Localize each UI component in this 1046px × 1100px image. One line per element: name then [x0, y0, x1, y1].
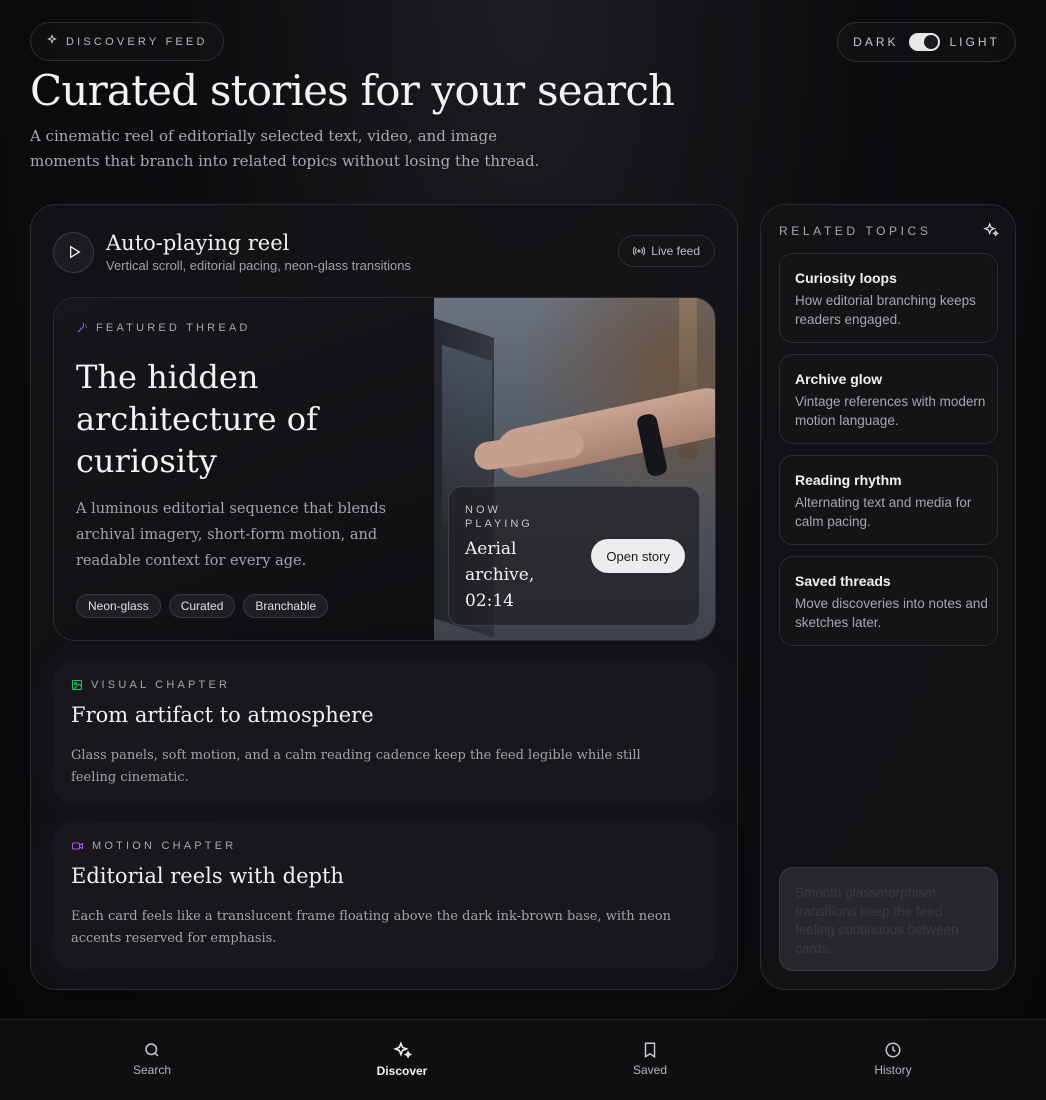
- sparkles-icon: [983, 222, 1000, 243]
- now-playing-label: NOW PLAYING: [465, 504, 533, 530]
- featured-description: A luminous editorial sequence that blend…: [76, 501, 387, 569]
- transition-note: Smooth glassmorphism transitions keep th…: [795, 885, 959, 956]
- topic-description: Move discoveries into notes and sketches…: [795, 596, 988, 630]
- chapter-description: Each card feels like a translucent frame…: [71, 909, 671, 946]
- magic-wand-icon: [77, 322, 88, 333]
- tag-chip[interactable]: Branchable: [243, 594, 329, 618]
- topic-title: Curiosity loops: [795, 270, 897, 286]
- chapter-title: Editorial reels with depth: [71, 864, 344, 888]
- topic-description: Alternating text and media for calm paci…: [795, 495, 972, 529]
- topic-title: Archive glow: [795, 371, 883, 387]
- live-feed-badge[interactable]: Live feed: [618, 235, 715, 267]
- discovery-feed-tag: DISCOVERY FEED: [30, 22, 224, 61]
- sparkles-icon: [46, 33, 58, 51]
- nav-saved[interactable]: Saved: [605, 1041, 695, 1077]
- transition-note-card: Smooth glassmorphism transitions keep th…: [779, 867, 998, 971]
- topic-card[interactable]: Archive glow Vintage references with mod…: [779, 354, 998, 444]
- chapter-description: Glass panels, soft motion, and a calm re…: [71, 748, 641, 785]
- bottom-nav: Search Discover Saved History: [0, 1019, 1046, 1100]
- related-topics-panel: RELATED TOPICS Curiosity loops How edito…: [760, 204, 1016, 990]
- chapter-eyebrow: MOTION CHAPTER: [71, 840, 236, 852]
- tag-chip[interactable]: Neon-glass: [76, 594, 161, 618]
- motion-chapter-card[interactable]: MOTION CHAPTER Editorial reels with dept…: [53, 822, 716, 969]
- topic-description: Vintage references with modern motion la…: [795, 394, 986, 428]
- nav-history[interactable]: History: [848, 1041, 938, 1077]
- featured-card[interactable]: FEATURED THREAD The hidden architecture …: [53, 297, 716, 641]
- chapter-eyebrow: VISUAL CHAPTER: [71, 679, 230, 691]
- sparkles-icon: [392, 1041, 412, 1059]
- bookmark-icon: [644, 1042, 656, 1059]
- open-story-button[interactable]: Open story: [591, 539, 685, 573]
- featured-title: The hidden architecture of curiosity: [76, 358, 318, 480]
- theme-switch[interactable]: [908, 33, 940, 51]
- topic-card[interactable]: Reading rhythm Alternating text and medi…: [779, 455, 998, 545]
- now-playing-title: Aerial archive, 02:14: [465, 539, 535, 611]
- now-playing-card: NOW PLAYING Aerial archive, 02:14 Open s…: [448, 486, 700, 626]
- theme-light-label: LIGHT: [949, 35, 1000, 49]
- page-title: Curated stories for your search: [30, 66, 675, 115]
- topic-title: Reading rhythm: [795, 472, 902, 488]
- featured-tags: Neon-glass Curated Branchable: [76, 594, 329, 618]
- reel-subtitle: Vertical scroll, editorial pacing, neon-…: [106, 258, 411, 273]
- nav-search[interactable]: Search: [107, 1041, 197, 1077]
- play-button[interactable]: [53, 231, 94, 273]
- topic-card[interactable]: Curiosity loops How editorial branching …: [779, 253, 998, 343]
- tag-chip[interactable]: Curated: [168, 594, 236, 618]
- nav-discover[interactable]: Discover: [357, 1041, 447, 1078]
- topic-card[interactable]: Saved threads Move discoveries into note…: [779, 556, 998, 646]
- topic-description: How editorial branching keeps readers en…: [795, 293, 976, 327]
- video-icon: [71, 842, 84, 850]
- clock-icon: [885, 1042, 901, 1058]
- theme-toggle[interactable]: DARK LIGHT: [837, 22, 1016, 62]
- page-subtitle: A cinematic reel of editorially selected…: [30, 127, 540, 170]
- visual-chapter-card[interactable]: VISUAL CHAPTER From artifact to atmosphe…: [53, 661, 716, 804]
- topic-title: Saved threads: [795, 573, 891, 589]
- search-icon: [145, 1043, 159, 1057]
- theme-dark-label: DARK: [853, 35, 899, 49]
- featured-eyebrow: FEATURED THREAD: [76, 322, 251, 334]
- discovery-feed-label: DISCOVERY FEED: [66, 35, 208, 48]
- live-feed-label: Live feed: [651, 244, 700, 258]
- related-topics-heading: RELATED TOPICS: [779, 224, 932, 238]
- reel-panel: Auto-playing reel Vertical scroll, edito…: [30, 204, 738, 990]
- chapter-title: From artifact to atmosphere: [71, 703, 374, 727]
- reel-title: Auto-playing reel: [106, 231, 290, 255]
- broadcast-icon: [633, 246, 646, 256]
- featured-image: NOW PLAYING Aerial archive, 02:14 Open s…: [434, 298, 715, 640]
- play-icon: [69, 245, 81, 259]
- image-icon: [71, 679, 83, 691]
